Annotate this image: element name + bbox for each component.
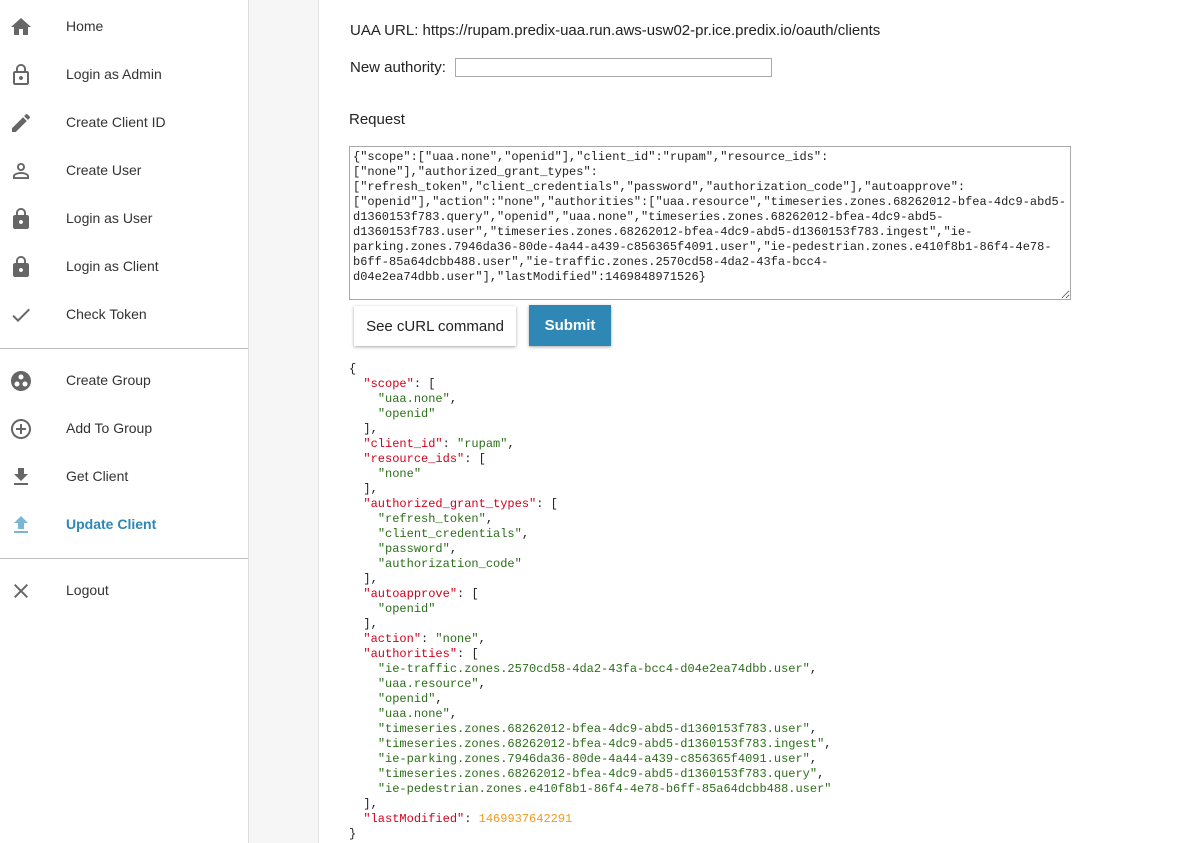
json-key: "autoapprove" [363, 587, 458, 601]
download-icon [9, 465, 33, 489]
sidebar-item-label: Logout [66, 582, 109, 598]
group-work-icon [9, 369, 33, 393]
uaa-url-text: UAA URL: https://rupam.predix-uaa.run.aw… [350, 22, 881, 39]
new-authority-row: New authority: [350, 58, 772, 77]
sidebar-item-label: Login as User [66, 210, 153, 226]
sidebar-item-create-user[interactable]: Create User [0, 151, 248, 191]
request-body-textarea[interactable]: {"scope":["uaa.none","openid"],"client_i… [349, 146, 1071, 300]
json-string-value: "openid" [377, 692, 436, 706]
submit-button[interactable]: Submit [529, 305, 611, 346]
json-string-value: "uaa.none" [377, 707, 450, 721]
response-json-viewer: { "scope": [ "uaa.none", "openid" ], "cl… [349, 362, 832, 841]
sidebar-item-label: Update Client [66, 516, 157, 532]
content-gutter [249, 0, 319, 843]
json-string-value: "openid" [377, 602, 436, 616]
sidebar-item-label: Create Group [66, 372, 151, 388]
json-string-value: "rupam" [457, 437, 508, 451]
json-string-value: "authorization_code" [377, 557, 522, 571]
sidebar-item-label: Add To Group [66, 420, 153, 436]
json-string-value: "timeseries.zones.68262012-bfea-4dc9-abd… [377, 767, 818, 781]
new-authority-label: New authority: [350, 59, 446, 76]
new-authority-input[interactable] [455, 58, 772, 77]
sidebar-item-create-group[interactable]: Create Group [0, 361, 248, 401]
json-string-value: "none" [377, 467, 422, 481]
lock-icon [9, 207, 33, 231]
sidebar-item-label: Check Token [66, 306, 147, 322]
json-string-value: "timeseries.zones.68262012-bfea-4dc9-abd… [377, 722, 810, 736]
pencil-icon [9, 111, 33, 135]
sidebar-item-login-as-admin[interactable]: Login as Admin [0, 55, 248, 95]
sidebar-divider [0, 348, 248, 349]
sidebar-item-label: Login as Admin [66, 66, 162, 82]
upload-icon [9, 513, 33, 537]
json-string-value: "none" [435, 632, 479, 646]
sidebar-item-check-token[interactable]: Check Token [0, 295, 248, 335]
sidebar-item-label: Get Client [66, 468, 129, 484]
json-string-value: "ie-pedestrian.zones.e410f8b1-86f4-4e78-… [377, 782, 832, 796]
request-label: Request [349, 111, 405, 128]
person-outline-icon [9, 159, 33, 183]
sidebar-item-login-as-user[interactable]: Login as User [0, 199, 248, 239]
lock-outline-icon [9, 63, 33, 87]
json-string-value: "client_credentials" [377, 527, 522, 541]
main-panel: UAA URL: https://rupam.predix-uaa.run.aw… [319, 0, 1177, 843]
sidebar-item-label: Login as Client [66, 258, 159, 274]
json-key: "action" [363, 632, 422, 646]
sidebar-item-update-client[interactable]: Update Client [0, 505, 248, 545]
json-string-value: "uaa.resource" [377, 677, 479, 691]
json-string-value: "ie-traffic.zones.2570cd58-4da2-43fa-bcc… [377, 662, 810, 676]
sidebar-item-get-client[interactable]: Get Client [0, 457, 248, 497]
json-key: "authorized_grant_types" [363, 497, 537, 511]
sidebar-item-label: Home [66, 18, 104, 34]
sidebar-item-add-to-group[interactable]: Add To Group [0, 409, 248, 449]
json-number-value: 1469937642291 [478, 812, 573, 826]
sidebar-item-label: Create Client ID [66, 114, 166, 130]
add-circle-outline-icon [9, 417, 33, 441]
json-key: "scope" [363, 377, 414, 391]
sidebar-item-create-client-id[interactable]: Create Client ID [0, 103, 248, 143]
sidebar-divider [0, 558, 248, 559]
json-string-value: "password" [377, 542, 450, 556]
home-icon [9, 15, 33, 39]
json-key: "lastModified" [363, 812, 465, 826]
sidebar: Home Login as Admin Create Client ID Cre… [0, 0, 249, 843]
json-key: "resource_ids" [363, 452, 465, 466]
json-key: "authorities" [363, 647, 458, 661]
see-curl-command-button[interactable]: See cURL command [354, 306, 516, 346]
json-string-value: "refresh_token" [377, 512, 486, 526]
sidebar-item-home[interactable]: Home [0, 7, 248, 47]
sidebar-item-label: Create User [66, 162, 142, 178]
close-icon [9, 579, 33, 603]
json-key: "client_id" [363, 437, 443, 451]
json-string-value: "timeseries.zones.68262012-bfea-4dc9-abd… [377, 737, 825, 751]
json-string-value: "uaa.none" [377, 392, 450, 406]
sidebar-item-logout[interactable]: Logout [0, 571, 248, 611]
json-string-value: "ie-parking.zones.7946da36-80de-4a44-a43… [377, 752, 810, 766]
sidebar-item-login-as-client[interactable]: Login as Client [0, 247, 248, 287]
check-icon [9, 303, 33, 327]
lock-icon [9, 255, 33, 279]
json-string-value: "openid" [377, 407, 436, 421]
